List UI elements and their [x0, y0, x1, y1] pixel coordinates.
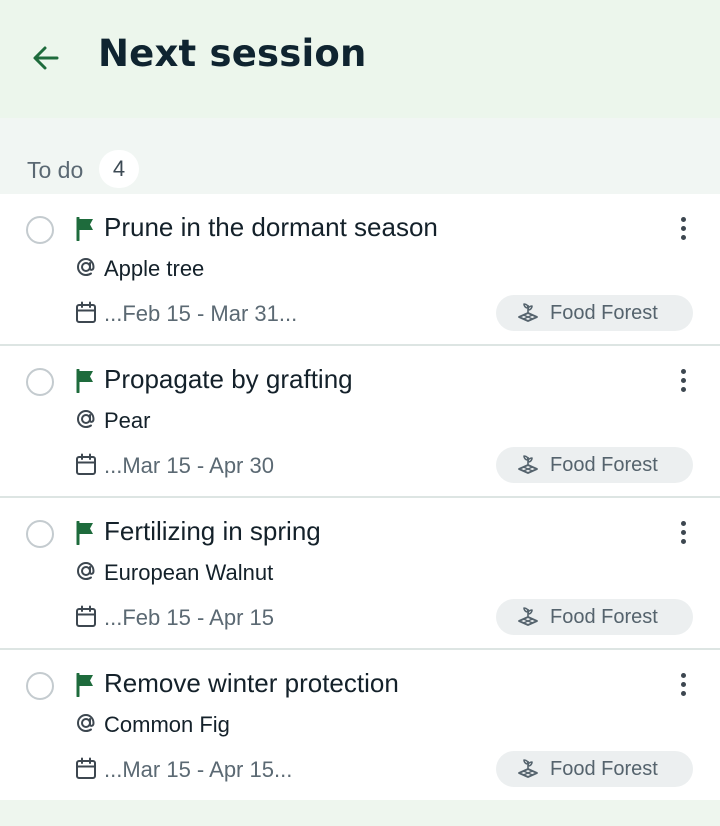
date-range: ...Feb 15 - Mar 31... [104, 301, 298, 326]
more-vertical-icon [680, 368, 686, 374]
plant-name: Pear [104, 408, 151, 433]
more-options-button[interactable] [667, 210, 699, 246]
task-title: Prune in the dormant season [104, 212, 438, 242]
calendar-icon [76, 301, 96, 323]
at-sign-icon [76, 713, 95, 733]
calendar-icon [76, 757, 96, 779]
plant-name: European Walnut [104, 560, 274, 585]
more-vertical-icon [680, 386, 686, 392]
date-range: ...Feb 15 - Apr 15 [104, 605, 274, 630]
calendar-icon [76, 453, 96, 475]
garden-plot-icon [518, 455, 538, 474]
more-vertical-icon [680, 672, 686, 678]
more-options-button[interactable] [667, 362, 699, 398]
task-card[interactable]: Remove winter protection Common Fig ...M… [0, 650, 720, 800]
more-vertical-icon [680, 225, 686, 231]
bottom-strip [0, 802, 720, 826]
flag-icon [76, 369, 93, 393]
complete-checkbox[interactable] [26, 672, 54, 700]
garden-plot-icon [518, 759, 538, 778]
task-card[interactable]: Propagate by grafting Pear ...Mar 15 - A… [0, 346, 720, 498]
garden-plot-icon [518, 303, 538, 322]
task-list: Prune in the dormant season Apple tree .… [0, 194, 720, 800]
more-vertical-icon [680, 538, 686, 544]
task-title: Fertilizing in spring [104, 516, 321, 546]
garden-plot-icon [518, 607, 538, 626]
task-card[interactable]: Fertilizing in spring European Walnut ..… [0, 498, 720, 650]
at-sign-icon [76, 409, 95, 429]
garden-name: Food Forest [550, 302, 658, 324]
date-range: ...Mar 15 - Apr 30 [104, 453, 274, 478]
count-badge: 4 [99, 150, 139, 188]
more-vertical-icon [680, 234, 686, 240]
garden-name: Food Forest [550, 758, 658, 780]
arrow-left-icon [33, 46, 59, 70]
more-vertical-icon [680, 529, 686, 535]
date-range: ...Mar 15 - Apr 15... [104, 757, 293, 782]
more-vertical-icon [680, 681, 686, 687]
garden-name: Food Forest [550, 606, 658, 628]
back-button[interactable] [22, 34, 70, 82]
task-card[interactable]: Prune in the dormant season Apple tree .… [0, 194, 720, 346]
task-title: Remove winter protection [104, 668, 399, 698]
task-title: Propagate by grafting [104, 364, 353, 394]
flag-icon [76, 217, 93, 241]
app-header: Next session [0, 0, 720, 118]
more-vertical-icon [680, 520, 686, 526]
plant-name: Apple tree [104, 256, 205, 281]
more-vertical-icon [680, 690, 686, 696]
more-options-button[interactable] [667, 666, 699, 702]
flag-icon [76, 673, 93, 697]
complete-checkbox[interactable] [26, 216, 54, 244]
garden-chip[interactable]: Food Forest [496, 751, 693, 787]
more-options-button[interactable] [667, 514, 699, 550]
calendar-icon [76, 605, 96, 627]
garden-chip[interactable]: Food Forest [496, 447, 693, 483]
garden-chip[interactable]: Food Forest [496, 295, 693, 331]
garden-name: Food Forest [550, 454, 658, 476]
section-label: To do [27, 157, 84, 183]
screen: Next session To do 4 Prune in the dorman… [0, 0, 720, 826]
garden-chip[interactable]: Food Forest [496, 599, 693, 635]
complete-checkbox[interactable] [26, 368, 54, 396]
more-vertical-icon [680, 377, 686, 383]
plant-name: Common Fig [104, 712, 230, 737]
at-sign-icon [76, 257, 95, 277]
more-vertical-icon [680, 216, 686, 222]
at-sign-icon [76, 561, 95, 581]
page-title: Next session [98, 32, 367, 75]
complete-checkbox[interactable] [26, 520, 54, 548]
flag-icon [76, 521, 93, 545]
